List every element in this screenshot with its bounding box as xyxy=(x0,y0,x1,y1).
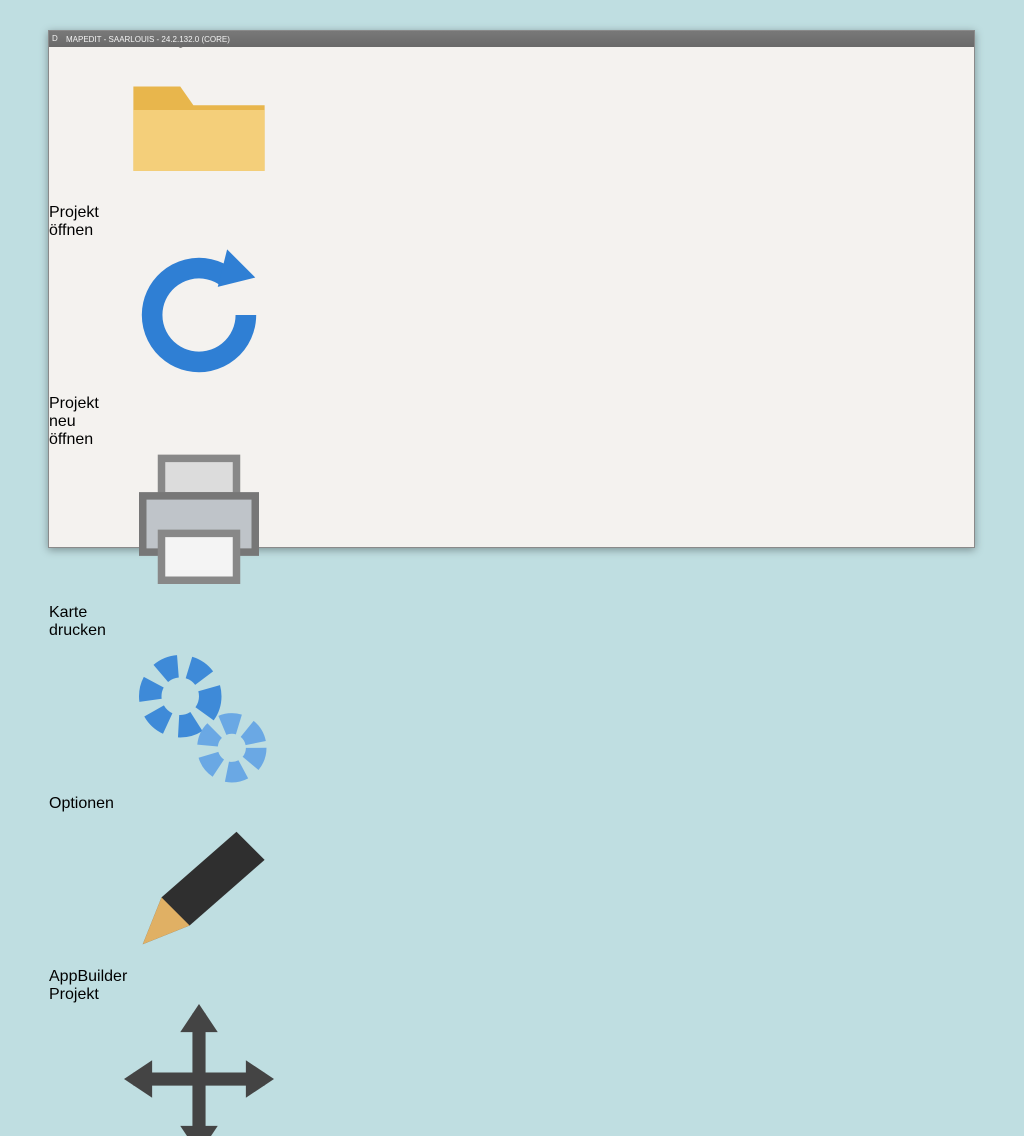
gears-icon xyxy=(49,777,349,794)
refresh-icon xyxy=(49,377,349,394)
optionen-button[interactable]: Optionen xyxy=(49,640,77,813)
printer-icon xyxy=(49,586,349,603)
ribbon-group-projekt: Projekt öffnen Projekt neu öffnen Karte … xyxy=(49,49,199,1004)
projekt-oeffnen-button[interactable]: Projekt öffnen xyxy=(49,49,79,240)
projekt-neu-oeffnen-button[interactable]: Projekt neu öffnen xyxy=(49,240,81,449)
open-folder-icon xyxy=(49,186,349,203)
window-title: MAPEDIT - SAARLOUIS - 24.2.132.0 (CORE) xyxy=(66,35,230,44)
app-icon: D xyxy=(52,34,62,44)
appbuilder-button[interactable]: AppBuilder xyxy=(49,813,81,986)
karte-drucken-button[interactable]: Karte drucken xyxy=(49,449,75,640)
title-bar[interactable]: D MAPEDIT - SAARLOUIS - 24.2.132.0 (CORE… xyxy=(49,31,974,47)
application-window: D MAPEDIT - SAARLOUIS - 24.2.132.0 (CORE… xyxy=(48,30,975,548)
ribbon-group-funktionen: CLS Werkzeuge▾ ◱ Funktionen xyxy=(49,1004,201,1136)
pencil-icon xyxy=(49,950,349,967)
ribbon: Projekt öffnen Projekt neu öffnen Karte … xyxy=(49,49,974,1136)
